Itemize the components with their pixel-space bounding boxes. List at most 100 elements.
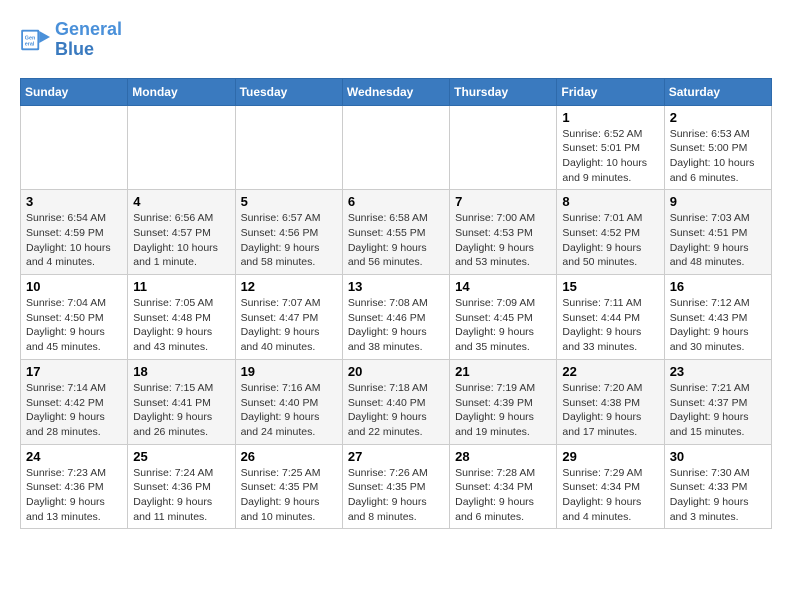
calendar-cell: 14 Sunrise: 7:09 AMSunset: 4:45 PMDayligh… xyxy=(450,275,557,360)
day-number: 17 xyxy=(26,364,122,379)
day-number: 1 xyxy=(562,110,658,125)
day-info: Sunrise: 6:53 AMSunset: 5:00 PMDaylight:… xyxy=(670,127,766,186)
day-info: Sunrise: 6:52 AMSunset: 5:01 PMDaylight:… xyxy=(562,127,658,186)
day-info: Sunrise: 7:15 AMSunset: 4:41 PMDaylight:… xyxy=(133,381,229,440)
day-info: Sunrise: 7:23 AMSunset: 4:36 PMDaylight:… xyxy=(26,466,122,525)
calendar-cell: 28 Sunrise: 7:28 AMSunset: 4:34 PMDayligh… xyxy=(450,444,557,529)
day-info: Sunrise: 7:20 AMSunset: 4:38 PMDaylight:… xyxy=(562,381,658,440)
weekday-header-friday: Friday xyxy=(557,78,664,105)
logo: Gen eral General Blue xyxy=(20,20,122,60)
calendar-cell: 26 Sunrise: 7:25 AMSunset: 4:35 PMDayligh… xyxy=(235,444,342,529)
day-number: 29 xyxy=(562,449,658,464)
day-number: 16 xyxy=(670,279,766,294)
day-number: 22 xyxy=(562,364,658,379)
calendar-cell: 17 Sunrise: 7:14 AMSunset: 4:42 PMDayligh… xyxy=(21,359,128,444)
day-number: 20 xyxy=(348,364,444,379)
day-number: 2 xyxy=(670,110,766,125)
day-number: 5 xyxy=(241,194,337,209)
calendar-cell: 30 Sunrise: 7:30 AMSunset: 4:33 PMDayligh… xyxy=(664,444,771,529)
day-info: Sunrise: 7:21 AMSunset: 4:37 PMDaylight:… xyxy=(670,381,766,440)
weekday-header-sunday: Sunday xyxy=(21,78,128,105)
calendar-cell: 15Sunrise: 7:11 AMSunset: 4:44 PMDayligh… xyxy=(557,275,664,360)
day-info: Sunrise: 7:07 AMSunset: 4:47 PMDaylight:… xyxy=(241,296,337,355)
calendar-cell: 13Sunrise: 7:08 AMSunset: 4:46 PMDayligh… xyxy=(342,275,449,360)
day-info: Sunrise: 7:19 AMSunset: 4:39 PMDaylight:… xyxy=(455,381,551,440)
logo-text: General Blue xyxy=(55,20,122,60)
day-info: Sunrise: 7:24 AMSunset: 4:36 PMDaylight:… xyxy=(133,466,229,525)
calendar-cell: 2 Sunrise: 6:53 AMSunset: 5:00 PMDaylight… xyxy=(664,105,771,190)
day-info: Sunrise: 7:16 AMSunset: 4:40 PMDaylight:… xyxy=(241,381,337,440)
calendar-cell: 8 Sunrise: 7:01 AMSunset: 4:52 PMDaylight… xyxy=(557,190,664,275)
calendar-cell: 21 Sunrise: 7:19 AMSunset: 4:39 PMDayligh… xyxy=(450,359,557,444)
calendar-cell: 4 Sunrise: 6:56 AMSunset: 4:57 PMDaylight… xyxy=(128,190,235,275)
day-number: 4 xyxy=(133,194,229,209)
day-number: 15 xyxy=(562,279,658,294)
day-number: 10 xyxy=(26,279,122,294)
calendar-cell xyxy=(235,105,342,190)
day-number: 14 xyxy=(455,279,551,294)
calendar-cell: 23 Sunrise: 7:21 AMSunset: 4:37 PMDayligh… xyxy=(664,359,771,444)
day-number: 18 xyxy=(133,364,229,379)
day-number: 11 xyxy=(133,279,229,294)
day-info: Sunrise: 7:09 AMSunset: 4:45 PMDaylight:… xyxy=(455,296,551,355)
calendar-cell: 7 Sunrise: 7:00 AMSunset: 4:53 PMDaylight… xyxy=(450,190,557,275)
calendar-table: SundayMondayTuesdayWednesdayThursdayFrid… xyxy=(20,78,772,530)
day-number: 3 xyxy=(26,194,122,209)
day-number: 12 xyxy=(241,279,337,294)
day-info: Sunrise: 7:25 AMSunset: 4:35 PMDaylight:… xyxy=(241,466,337,525)
day-info: Sunrise: 6:57 AMSunset: 4:56 PMDaylight:… xyxy=(241,211,337,270)
calendar-cell: 3 Sunrise: 6:54 AMSunset: 4:59 PMDaylight… xyxy=(21,190,128,275)
day-number: 30 xyxy=(670,449,766,464)
calendar-cell: 27 Sunrise: 7:26 AMSunset: 4:35 PMDayligh… xyxy=(342,444,449,529)
calendar-cell: 6Sunrise: 6:58 AMSunset: 4:55 PMDaylight… xyxy=(342,190,449,275)
day-info: Sunrise: 7:28 AMSunset: 4:34 PMDaylight:… xyxy=(455,466,551,525)
day-number: 27 xyxy=(348,449,444,464)
weekday-header-tuesday: Tuesday xyxy=(235,78,342,105)
day-info: Sunrise: 6:54 AMSunset: 4:59 PMDaylight:… xyxy=(26,211,122,270)
day-info: Sunrise: 7:00 AMSunset: 4:53 PMDaylight:… xyxy=(455,211,551,270)
day-number: 23 xyxy=(670,364,766,379)
day-number: 19 xyxy=(241,364,337,379)
day-info: Sunrise: 7:05 AMSunset: 4:48 PMDaylight:… xyxy=(133,296,229,355)
calendar-cell xyxy=(450,105,557,190)
svg-text:eral: eral xyxy=(25,41,35,47)
day-number: 26 xyxy=(241,449,337,464)
day-info: Sunrise: 7:18 AMSunset: 4:40 PMDaylight:… xyxy=(348,381,444,440)
day-info: Sunrise: 7:26 AMSunset: 4:35 PMDaylight:… xyxy=(348,466,444,525)
calendar-cell: 20 Sunrise: 7:18 AMSunset: 4:40 PMDayligh… xyxy=(342,359,449,444)
svg-text:Gen: Gen xyxy=(25,35,35,41)
day-info: Sunrise: 7:08 AMSunset: 4:46 PMDaylight:… xyxy=(348,296,444,355)
calendar-cell xyxy=(21,105,128,190)
day-info: Sunrise: 7:12 AMSunset: 4:43 PMDaylight:… xyxy=(670,296,766,355)
weekday-header-monday: Monday xyxy=(128,78,235,105)
day-number: 24 xyxy=(26,449,122,464)
calendar-cell xyxy=(128,105,235,190)
day-info: Sunrise: 7:04 AMSunset: 4:50 PMDaylight:… xyxy=(26,296,122,355)
day-info: Sunrise: 7:03 AMSunset: 4:51 PMDaylight:… xyxy=(670,211,766,270)
day-number: 25 xyxy=(133,449,229,464)
calendar-cell: 1 Sunrise: 6:52 AMSunset: 5:01 PMDaylight… xyxy=(557,105,664,190)
day-info: Sunrise: 7:30 AMSunset: 4:33 PMDaylight:… xyxy=(670,466,766,525)
calendar-cell: 29Sunrise: 7:29 AMSunset: 4:34 PMDayligh… xyxy=(557,444,664,529)
calendar-cell: 24 Sunrise: 7:23 AMSunset: 4:36 PMDayligh… xyxy=(21,444,128,529)
calendar-cell: 18 Sunrise: 7:15 AMSunset: 4:41 PMDayligh… xyxy=(128,359,235,444)
calendar-cell: 11 Sunrise: 7:05 AMSunset: 4:48 PMDayligh… xyxy=(128,275,235,360)
calendar-cell: 16 Sunrise: 7:12 AMSunset: 4:43 PMDayligh… xyxy=(664,275,771,360)
weekday-header-thursday: Thursday xyxy=(450,78,557,105)
day-info: Sunrise: 7:01 AMSunset: 4:52 PMDaylight:… xyxy=(562,211,658,270)
calendar-cell: 25 Sunrise: 7:24 AMSunset: 4:36 PMDayligh… xyxy=(128,444,235,529)
day-number: 21 xyxy=(455,364,551,379)
calendar-cell: 9 Sunrise: 7:03 AMSunset: 4:51 PMDaylight… xyxy=(664,190,771,275)
day-number: 7 xyxy=(455,194,551,209)
day-info: Sunrise: 6:58 AMSunset: 4:55 PMDaylight:… xyxy=(348,211,444,270)
calendar-cell: 5 Sunrise: 6:57 AMSunset: 4:56 PMDaylight… xyxy=(235,190,342,275)
day-info: Sunrise: 7:14 AMSunset: 4:42 PMDaylight:… xyxy=(26,381,122,440)
calendar-cell: 19 Sunrise: 7:16 AMSunset: 4:40 PMDayligh… xyxy=(235,359,342,444)
day-number: 8 xyxy=(562,194,658,209)
day-info: Sunrise: 6:56 AMSunset: 4:57 PMDaylight:… xyxy=(133,211,229,270)
day-number: 9 xyxy=(670,194,766,209)
calendar-cell: 22 Sunrise: 7:20 AMSunset: 4:38 PMDayligh… xyxy=(557,359,664,444)
weekday-header-wednesday: Wednesday xyxy=(342,78,449,105)
calendar-cell: 10 Sunrise: 7:04 AMSunset: 4:50 PMDayligh… xyxy=(21,275,128,360)
day-number: 28 xyxy=(455,449,551,464)
